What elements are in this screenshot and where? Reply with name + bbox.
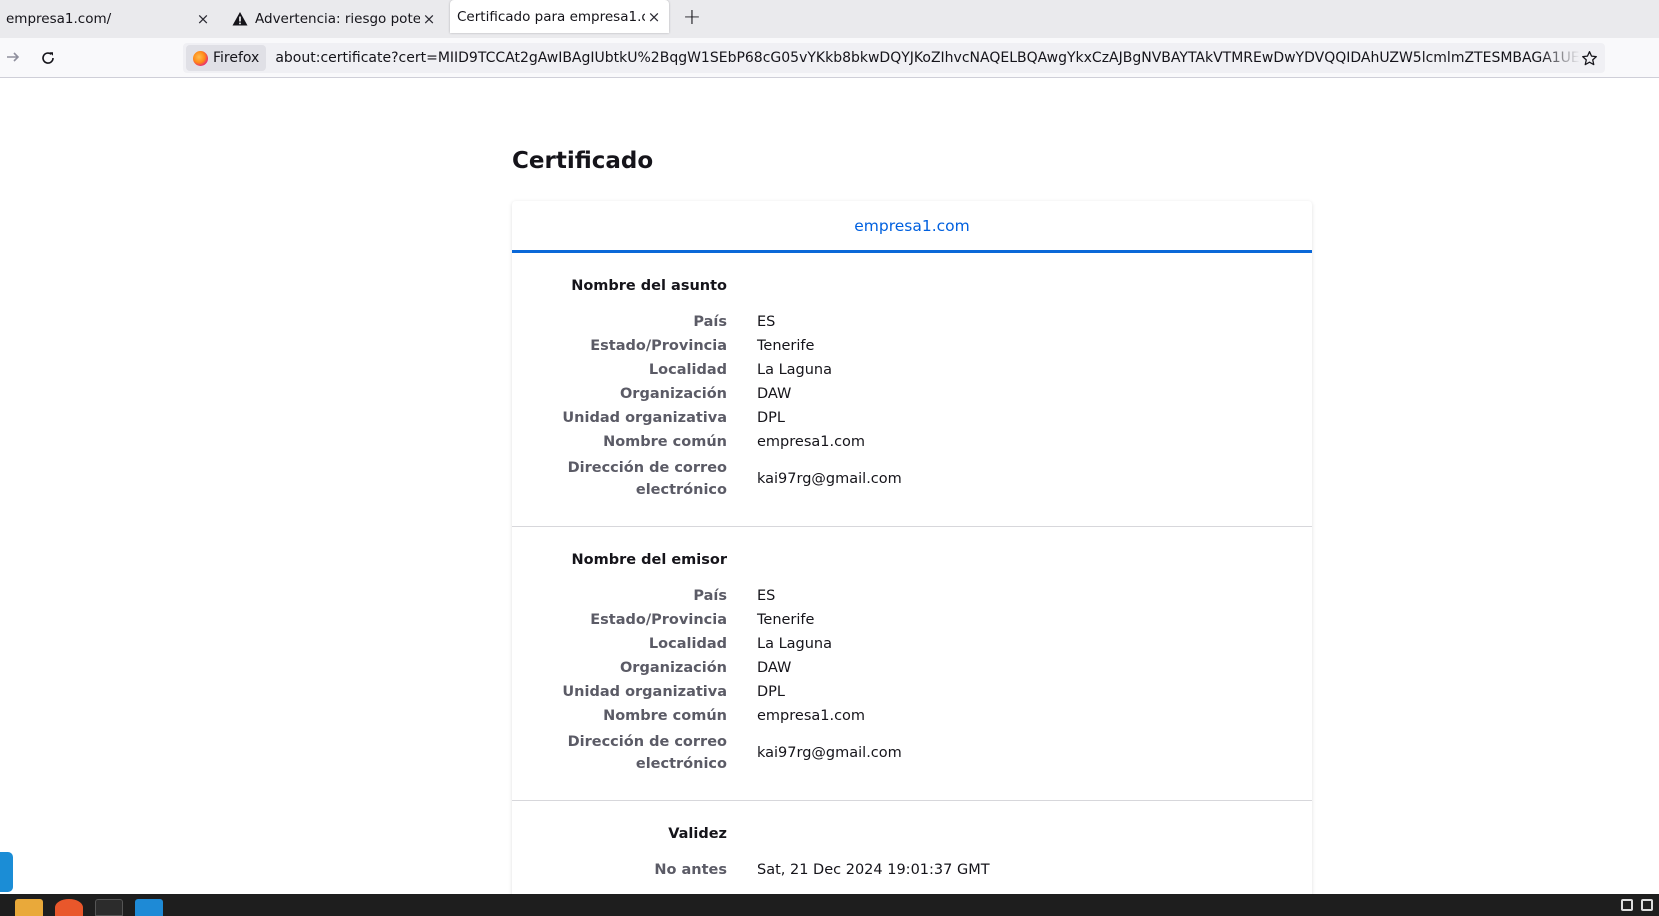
field-label: País	[693, 314, 727, 330]
field-value: La Laguna	[757, 362, 833, 378]
field-label: Estado/Provincia	[590, 612, 727, 628]
field-value: empresa1.com	[757, 434, 866, 450]
close-tab-icon[interactable]: ×	[194, 10, 212, 28]
arrow-right-icon	[7, 52, 20, 62]
close-tab-icon[interactable]: ×	[645, 8, 663, 26]
tray-icon[interactable]	[1641, 899, 1653, 911]
issuer-section: Nombre del emisor País ES Estado/Provinc…	[512, 527, 1312, 801]
reload-button[interactable]	[36, 46, 60, 70]
field-value: Sat, 21 Dec 2024 19:01:37 GMT	[757, 862, 990, 878]
reload-icon	[42, 52, 54, 64]
issuer-row: País ES	[512, 584, 1312, 608]
identity-label: Firefox	[213, 50, 260, 66]
field-label: Organización	[619, 660, 727, 676]
field-value: DPL	[757, 410, 785, 426]
certificate-page: Certificado empresa1.com Nombre del asun…	[0, 79, 1659, 894]
issuer-row: Localidad La Laguna	[512, 632, 1312, 656]
field-value: ES	[757, 314, 776, 330]
issuer-row: Estado/Provincia Tenerife	[512, 608, 1312, 632]
system-tray	[1621, 899, 1653, 911]
field-value: ES	[757, 588, 776, 604]
warning-icon	[232, 12, 248, 26]
issuer-row: Unidad organizativa DPL	[512, 680, 1312, 704]
validity-section: Validez No antes Sat, 21 Dec 2024 19:01:…	[512, 801, 1312, 894]
tab-warning[interactable]: Advertencia: riesgo potencia ×	[232, 0, 438, 38]
tray-icon[interactable]	[1621, 899, 1633, 911]
software-center-icon[interactable]	[55, 899, 83, 916]
certificate-tab-bar: empresa1.com	[512, 201, 1312, 253]
issuer-row: Organización DAW	[512, 656, 1312, 680]
close-tab-icon[interactable]: ×	[420, 10, 438, 28]
tab-certificado[interactable]: Certificado para empresa1.com ×	[450, 0, 669, 33]
issuer-row: Dirección de correo electrónico kai97rg@…	[512, 730, 1312, 776]
certificate-tab[interactable]: empresa1.com	[854, 217, 970, 235]
subject-row: Organización DAW	[512, 382, 1312, 406]
field-value: Tenerife	[757, 338, 815, 354]
field-label: Unidad organizativa	[562, 410, 727, 426]
files-icon[interactable]	[15, 899, 43, 916]
terminal-icon[interactable]	[95, 899, 123, 916]
star-icon	[1581, 50, 1597, 65]
tab-strip: empresa1.com/ × Advertencia: riesgo pote…	[0, 0, 1659, 38]
field-label: Nombre común	[603, 434, 727, 450]
taskbar	[0, 894, 1659, 916]
forward-button[interactable]	[2, 46, 24, 68]
navigation-bar: Firefox about:certificate?cert=MIID9TCCA…	[0, 38, 1659, 78]
subject-row: Dirección de correo electrónico kai97rg@…	[512, 456, 1312, 502]
section-heading: Validez	[668, 826, 727, 842]
field-value: DAW	[757, 386, 792, 402]
tab-title: Advertencia: riesgo potencia	[255, 11, 420, 27]
field-value: Tenerife	[757, 612, 815, 628]
field-value: La Laguna	[757, 636, 833, 652]
subject-row: País ES	[512, 310, 1312, 334]
bookmark-star-button[interactable]	[1579, 48, 1599, 68]
field-label: Dirección de correo electrónico	[567, 460, 727, 498]
field-label: País	[693, 588, 727, 604]
field-label: Unidad organizativa	[562, 684, 727, 700]
dock-edge-tab[interactable]	[0, 852, 13, 892]
identity-box[interactable]: Firefox	[186, 45, 267, 71]
field-value: empresa1.com	[757, 708, 866, 724]
field-label: Nombre común	[603, 708, 727, 724]
tab-title: empresa1.com/	[6, 11, 112, 27]
page-title: Certificado	[512, 148, 654, 174]
subject-row: Unidad organizativa DPL	[512, 406, 1312, 430]
field-value: DAW	[757, 660, 792, 676]
subject-row: Localidad La Laguna	[512, 358, 1312, 382]
field-label: Organización	[619, 386, 727, 402]
field-label: Localidad	[648, 636, 727, 652]
firefox-icon	[193, 50, 208, 66]
subject-section: Nombre del asunto País ES Estado/Provinc…	[512, 253, 1312, 527]
issuer-row: Nombre común empresa1.com	[512, 704, 1312, 728]
field-label: No antes	[654, 862, 727, 878]
tab-empresa1[interactable]: empresa1.com/ ×	[6, 0, 212, 38]
tab-title: Certificado para empresa1.com	[457, 8, 645, 25]
certificate-card: empresa1.com Nombre del asunto País ES E…	[512, 201, 1312, 894]
field-value: kai97rg@gmail.com	[757, 745, 902, 761]
field-value: kai97rg@gmail.com	[757, 471, 902, 487]
field-label: Dirección de correo electrónico	[567, 734, 727, 772]
section-heading: Nombre del emisor	[571, 552, 727, 568]
section-heading: Nombre del asunto	[571, 278, 727, 294]
field-label: Estado/Provincia	[590, 338, 727, 354]
validity-row: No antes Sat, 21 Dec 2024 19:01:37 GMT	[512, 858, 1312, 882]
url-text[interactable]: about:certificate?cert=MIID9TCCAt2gAwIBA…	[275, 50, 1580, 66]
field-value: DPL	[757, 684, 785, 700]
url-bar[interactable]: Firefox about:certificate?cert=MIID9TCCA…	[183, 43, 1605, 73]
new-tab-button[interactable]: +	[681, 4, 703, 30]
field-label: Localidad	[648, 362, 727, 378]
subject-row: Nombre común empresa1.com	[512, 430, 1312, 454]
vscode-icon[interactable]	[135, 899, 163, 916]
subject-row: Estado/Provincia Tenerife	[512, 334, 1312, 358]
